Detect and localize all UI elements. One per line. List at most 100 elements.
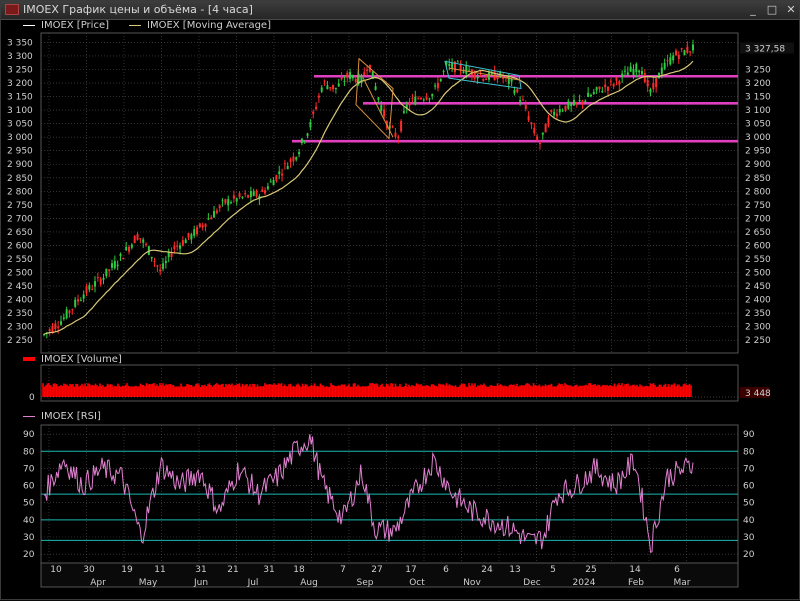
- price-candle-body: [598, 86, 601, 90]
- price-candle-body: [320, 87, 323, 92]
- time-axis-day-label: 24: [481, 565, 493, 575]
- price-candle-body: [306, 133, 309, 136]
- price-candle-body: [615, 77, 618, 81]
- price-candle-body: [521, 99, 524, 101]
- price-ytick-left: 2 250: [7, 336, 33, 346]
- price-ytick-right: 2 550: [745, 255, 771, 265]
- price-candle-body: [689, 51, 692, 53]
- price-candle-body: [541, 132, 544, 135]
- price-ytick-right: 2 700: [745, 214, 771, 224]
- price-candle-body: [179, 245, 182, 249]
- price-candle-body: [680, 48, 683, 50]
- price-legend-swatch: [23, 24, 35, 26]
- price-candle-body: [130, 244, 133, 248]
- rsi-legend-item: IMOEX [RSI]: [23, 411, 101, 422]
- rsi-panel[interactable]: 90 90 80 80 70 70 60 60 50 50 40 40 30 30 20 20: [23, 424, 755, 566]
- price-candle-body: [575, 102, 578, 104]
- price-candle-body: [383, 109, 386, 117]
- price-candle-body: [94, 281, 97, 287]
- price-ytick-left: 2 400: [7, 296, 33, 306]
- time-axis-day-label: 10: [50, 565, 62, 575]
- chart-canvas[interactable]: 3 350 3 300 3 250 3 200 3 150 3 100 3 050 3 000…: [1, 1, 800, 601]
- price-candle-body: [68, 310, 71, 313]
- price-candle-body: [60, 321, 63, 325]
- price-candle-body: [366, 69, 369, 71]
- rsi-ytick-right: 80: [743, 447, 755, 457]
- price-candle-body: [442, 70, 445, 72]
- price-candle-body: [692, 44, 694, 51]
- time-axis-day-label: 18: [293, 565, 305, 575]
- price-ytick-right: 2 300: [745, 323, 771, 333]
- price-candle-body: [317, 95, 320, 98]
- price-candle-body: [207, 218, 210, 220]
- rsi-ytick-right: 30: [743, 533, 755, 543]
- price-panel[interactable]: 3 350 3 300 3 250 3 200 3 150 3 100 3 050 3 000…: [7, 32, 794, 354]
- price-candle-body: [65, 309, 68, 319]
- price-candle-body: [377, 97, 380, 100]
- time-axis-day-label: 19: [121, 565, 133, 575]
- price-candle-body: [48, 329, 51, 332]
- price-candle-body: [538, 143, 541, 145]
- rsi-ytick-right: 70: [743, 464, 755, 474]
- price-candle-body: [351, 75, 354, 79]
- price-candle-body: [215, 210, 218, 214]
- price-ytick-left: 2 750: [7, 201, 33, 211]
- price-candle-body: [397, 136, 400, 139]
- price-candle-body: [187, 232, 190, 238]
- time-axis-day-label: 11: [154, 565, 165, 575]
- rsi-ytick-left: 70: [23, 464, 35, 474]
- price-candle-body: [411, 97, 414, 99]
- time-axis-month-label: May: [139, 578, 158, 588]
- price-ytick-left: 2 850: [7, 174, 33, 184]
- price-ytick-right: 3 100: [745, 106, 771, 116]
- volume-panel[interactable]: 0 3 448: [29, 364, 771, 403]
- time-axis-month-label: Oct: [409, 578, 425, 588]
- rsi-ytick-right: 20: [743, 550, 755, 560]
- rsi-ytick-right: 50: [743, 499, 755, 509]
- price-candle-body: [159, 269, 162, 272]
- price-ytick-right: 2 750: [745, 201, 771, 211]
- price-candle-body: [326, 85, 329, 90]
- price-candle-body: [414, 96, 417, 105]
- price-candle-body: [487, 72, 490, 80]
- price-candle-body: [122, 257, 125, 260]
- time-axis-day-label: 17: [405, 565, 416, 575]
- price-candle-body: [278, 171, 281, 175]
- price-candle-body: [51, 326, 54, 333]
- price-candle-body: [434, 85, 437, 87]
- price-ytick-right: 2 500: [745, 269, 771, 279]
- time-axis-day-label: 21: [227, 565, 238, 575]
- time-axis-day-label: 31: [263, 565, 274, 575]
- price-candle-body: [176, 245, 179, 247]
- price-ytick-left: 3 350: [7, 38, 33, 48]
- price-candle-body: [62, 317, 65, 319]
- price-candle-body: [286, 165, 289, 170]
- price-candle-body: [295, 157, 298, 160]
- price-ytick-left: 3 150: [7, 93, 33, 103]
- rsi-ytick-right: 60: [743, 482, 755, 492]
- price-candle-body: [354, 79, 357, 83]
- price-candle-body: [394, 132, 397, 137]
- price-candle-body: [261, 189, 264, 192]
- price-candle-body: [635, 63, 638, 73]
- rsi-ytick-left: 80: [23, 447, 35, 457]
- price-candle-body: [315, 106, 318, 110]
- rsi-ytick-left: 40: [23, 516, 35, 526]
- price-candle-body: [527, 116, 530, 121]
- price-candle-body: [281, 173, 284, 176]
- price-candle-body: [524, 105, 527, 109]
- price-candle-body: [587, 92, 590, 98]
- price-ytick-left: 3 000: [7, 133, 33, 143]
- price-candle-body: [436, 82, 439, 89]
- ma-legend-item: IMOEX [Moving Average]: [129, 20, 271, 31]
- price-ytick-left: 2 950: [7, 147, 33, 157]
- price-candle-body: [564, 105, 567, 111]
- price-ytick-right: 2 400: [745, 296, 771, 306]
- price-candle-body: [581, 100, 584, 104]
- price-candle-body: [439, 78, 442, 82]
- price-candle-body: [419, 97, 422, 100]
- price-candle-body: [227, 199, 230, 206]
- price-candle-body: [108, 269, 111, 272]
- price-candle-body: [380, 105, 383, 111]
- price-candle-body: [672, 55, 675, 61]
